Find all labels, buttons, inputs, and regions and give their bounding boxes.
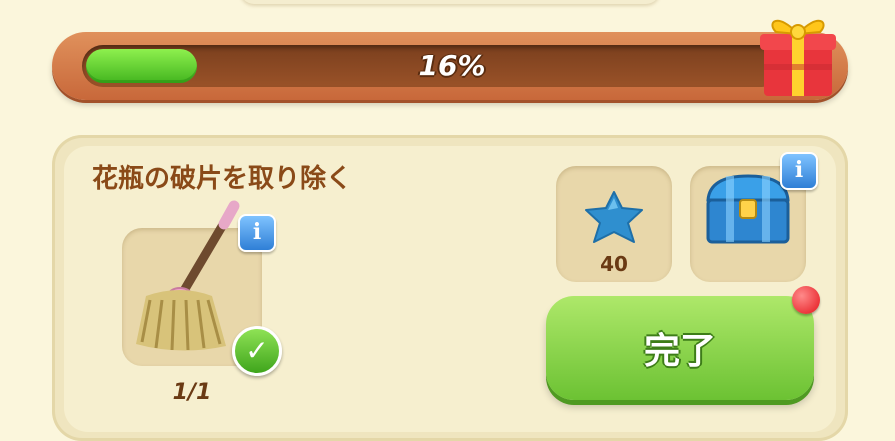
blue-star-icon <box>585 191 643 243</box>
progress-percent: 16% <box>418 49 486 82</box>
top-panel-edge <box>240 0 660 4</box>
reward-amount: 40 <box>600 252 628 276</box>
task-item-count: 1/1 <box>172 380 212 405</box>
reward-info-button[interactable]: i <box>780 152 818 190</box>
notification-dot <box>792 286 820 314</box>
task-title: 花瓶の破片を取り除く <box>92 164 353 194</box>
task-item-info-button[interactable]: i <box>238 214 276 252</box>
mop-icon <box>136 200 240 351</box>
completed-check-icon: ✓ <box>232 326 282 376</box>
complete-button[interactable]: 完了 <box>546 296 814 400</box>
gift-box-icon[interactable] <box>758 8 838 100</box>
